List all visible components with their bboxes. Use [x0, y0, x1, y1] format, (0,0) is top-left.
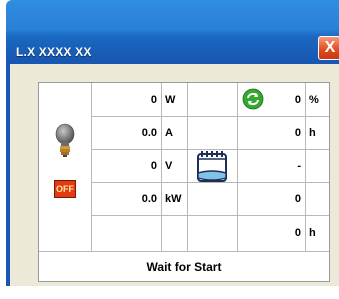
window-title: L.X XXXX XX	[16, 45, 92, 59]
total-hours-value: 0	[294, 227, 301, 239]
close-button[interactable]: X	[318, 36, 339, 60]
voltage-value: 0	[150, 159, 157, 172]
percent-unit: %	[309, 93, 319, 106]
power-unit: W	[165, 93, 176, 106]
count-unit	[305, 182, 329, 215]
total-hours-unit: h	[309, 227, 316, 239]
window-frame: L.X XXXX XX X OFF 0 W 0.0 A 0 V 0.0 kW 0…	[6, 0, 339, 286]
status-text: Wait for Start	[146, 259, 222, 274]
empty-value	[91, 215, 157, 251]
voltage-unit: V	[165, 159, 173, 172]
count-value: 0	[294, 192, 301, 205]
title-bar[interactable]: L.X XXXX XX X	[6, 0, 339, 64]
close-icon: X	[324, 39, 336, 56]
energy-unit: kW	[165, 192, 182, 205]
power-value: 0	[150, 93, 157, 106]
dash-unit	[305, 149, 329, 182]
hours-unit: h	[309, 126, 316, 139]
app-window: L.X XXXX XX X OFF 0 W 0.0 A 0 V 0.0 kW 0…	[0, 0, 339, 299]
current-value: 0.0	[141, 126, 157, 139]
energy-value: 0.0	[141, 192, 157, 205]
empty-unit	[161, 215, 187, 251]
current-unit: A	[165, 126, 173, 139]
status-panel: OFF 0 W 0.0 A 0 V 0.0 kW 0 % 0 h - 0 0 h…	[38, 82, 330, 282]
window-content: OFF 0 W 0.0 A 0 V 0.0 kW 0 % 0 h - 0 0 h…	[10, 64, 339, 286]
off-button[interactable]: OFF	[54, 180, 76, 198]
percent-value: 0	[294, 93, 301, 106]
notepad-icon	[194, 150, 230, 186]
dash-value: -	[297, 159, 301, 172]
lightbulb-icon	[55, 123, 75, 159]
hours-value: 0	[294, 126, 301, 139]
